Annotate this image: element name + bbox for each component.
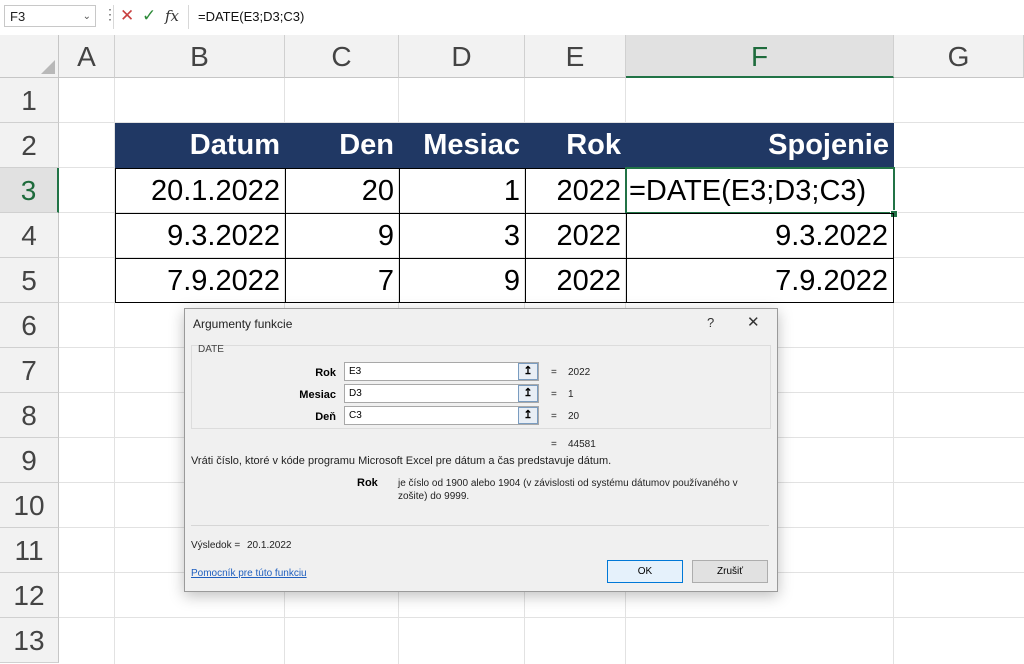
insert-function-icon[interactable]: fx — [165, 4, 179, 28]
column-header-a[interactable]: A — [59, 35, 115, 78]
table-header-cell[interactable]: Datum — [115, 123, 285, 168]
more-vertical-icon[interactable]: ⋮ — [103, 6, 117, 23]
table-cell[interactable]: 9.3.2022 — [115, 213, 286, 259]
function-name: DATE — [198, 344, 224, 355]
arg-label-rok: Rok — [315, 367, 336, 379]
dialog-title: Argumenty funkcie — [193, 317, 293, 331]
table-header-cell[interactable]: Rok — [525, 123, 626, 168]
table-cell[interactable]: 3 — [399, 213, 526, 259]
arg-result-value: 2022 — [567, 367, 591, 378]
result-value: 20.1.2022 — [247, 540, 292, 551]
separator — [113, 5, 114, 29]
row-header-6[interactable]: 6 — [0, 303, 59, 348]
active-cell[interactable]: =DATE(E3;D3;C3) — [625, 167, 895, 214]
row-header-12[interactable]: 12 — [0, 573, 59, 618]
arg-input-mesiac[interactable]: D3 — [344, 384, 539, 403]
cancel-icon[interactable]: ✕ — [120, 4, 134, 28]
arg-result-den: = 20 — [551, 411, 579, 422]
table-cell[interactable]: 9 — [399, 258, 526, 303]
table-cell[interactable]: 7.9.2022 — [115, 258, 286, 303]
arg-result-value: 20 — [567, 411, 580, 422]
column-header-b[interactable]: B — [115, 35, 285, 78]
collapse-dialog-icon[interactable]: ↥ — [518, 363, 538, 380]
result-label: Výsledok = — [191, 540, 241, 551]
row-header-11[interactable]: 11 — [0, 528, 59, 573]
equals-sign: = — [551, 411, 557, 422]
function-arguments-dialog: Argumenty funkcie ? ✕ DATE Rok E3 ↥ = 20… — [184, 308, 778, 592]
table-header-cell[interactable]: Den — [285, 123, 399, 168]
row-header-13[interactable]: 13 — [0, 618, 59, 663]
row-header-1[interactable]: 1 — [0, 78, 59, 123]
param-description-label: Rok — [357, 477, 378, 489]
table-cell[interactable]: 20.1.2022 — [115, 168, 286, 214]
arg-result-rok: = 2022 — [551, 367, 590, 378]
row-header-4[interactable]: 4 — [0, 213, 59, 258]
function-description: Vráti číslo, ktoré v kóde programu Micro… — [191, 455, 612, 467]
table-header-cell[interactable]: Spojenie — [626, 123, 894, 168]
column-header-e[interactable]: E — [525, 35, 626, 78]
column-header-d[interactable]: D — [399, 35, 525, 78]
equals-sign: = — [551, 439, 557, 450]
row-header-7[interactable]: 7 — [0, 348, 59, 393]
enter-icon[interactable]: ✓ — [142, 4, 156, 28]
table-cell[interactable]: 2022 — [525, 168, 627, 214]
row-header-2[interactable]: 2 — [0, 123, 59, 168]
help-link[interactable]: Pomocník pre túto funkciu — [191, 568, 307, 579]
name-box[interactable]: F3 ⌄ — [4, 5, 96, 27]
row-header-5[interactable]: 5 — [0, 258, 59, 303]
arg-label-den: Deň — [315, 411, 336, 423]
row-header-10[interactable]: 10 — [0, 483, 59, 528]
column-header-g[interactable]: G — [894, 35, 1024, 78]
table-cell[interactable]: 9.3.2022 — [626, 213, 894, 259]
param-description: je číslo od 1900 alebo 1904 (v závislost… — [398, 478, 738, 502]
collapse-dialog-icon[interactable]: ↥ — [518, 385, 538, 402]
arg-label-mesiac: Mesiac — [299, 389, 336, 401]
table-cell[interactable]: 1 — [399, 168, 526, 214]
equals-sign: = — [551, 367, 557, 378]
arg-result-mesiac: = 1 — [551, 389, 574, 400]
equals-sign: = — [551, 389, 557, 400]
arg-result-value: 1 — [567, 389, 574, 400]
table-cell[interactable]: 2022 — [525, 213, 627, 259]
separator — [188, 5, 189, 29]
chevron-down-icon[interactable]: ⌄ — [83, 6, 91, 28]
table-header-cell[interactable]: Mesiac — [399, 123, 525, 168]
collapse-dialog-icon[interactable]: ↥ — [518, 407, 538, 424]
arg-input-den[interactable]: C3 — [344, 406, 539, 425]
row-header-3[interactable]: 3 — [0, 168, 59, 213]
arg-input-rok[interactable]: E3 — [344, 362, 539, 381]
select-all-corner[interactable] — [0, 35, 59, 78]
name-box-value: F3 — [10, 9, 26, 24]
table-cell[interactable]: 7 — [285, 258, 400, 303]
table-cell[interactable]: 2022 — [525, 258, 627, 303]
table-cell[interactable]: 7.9.2022 — [626, 258, 894, 303]
column-header-c[interactable]: C — [285, 35, 399, 78]
help-icon[interactable]: ? — [707, 315, 714, 330]
ok-button[interactable]: OK — [607, 560, 683, 583]
column-header-f[interactable]: F — [626, 35, 894, 78]
close-icon[interactable]: ✕ — [747, 313, 760, 331]
table-cell[interactable]: 20 — [285, 168, 400, 214]
row-header-8[interactable]: 8 — [0, 393, 59, 438]
row-header-9[interactable]: 9 — [0, 438, 59, 483]
gridline — [59, 617, 1024, 618]
total-value: 44581 — [567, 439, 596, 450]
table-cell[interactable]: 9 — [285, 213, 400, 259]
cancel-button[interactable]: Zrušiť — [692, 560, 768, 583]
formula-input[interactable]: =DATE(E3;D3;C3) — [198, 6, 304, 28]
formula-bar: F3 ⌄ ⋮ ✕ ✓ fx =DATE(E3;D3;C3) — [0, 0, 1024, 36]
function-total: = 44581 — [551, 439, 596, 450]
divider — [191, 525, 769, 526]
